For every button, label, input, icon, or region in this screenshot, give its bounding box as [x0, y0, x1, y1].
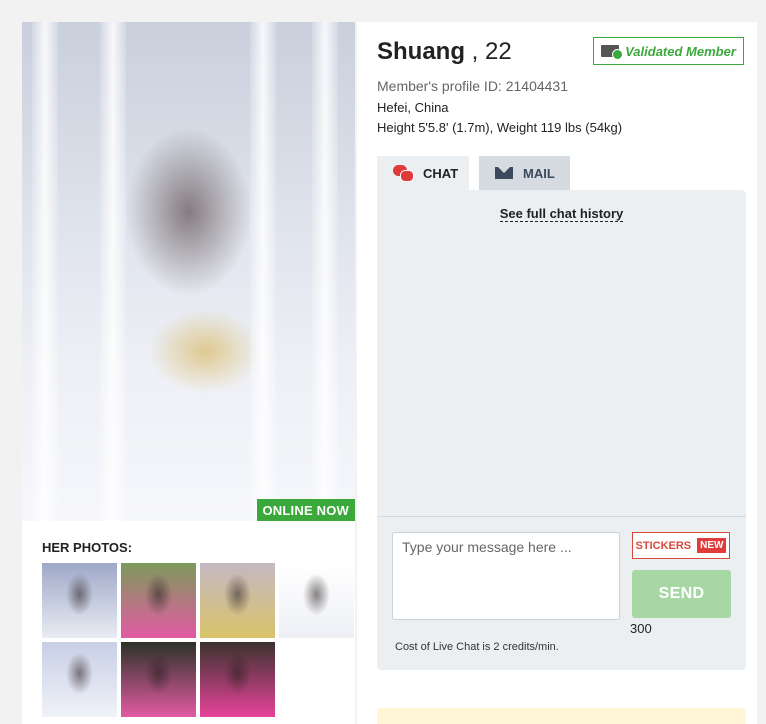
main-profile-photo[interactable]: ONLINE NOW	[22, 22, 355, 521]
photo-bed-bar	[100, 22, 126, 521]
stickers-button[interactable]: STICKERS NEW	[632, 532, 730, 559]
chat-panel: See full chat history Type your message …	[377, 190, 746, 670]
photo-thumbnail[interactable]	[42, 563, 117, 638]
photo-thumbnail[interactable]	[121, 563, 196, 638]
member-name: Shuang	[377, 38, 465, 65]
member-measurements: Height 5'5.8' (1.7m), Weight 119 lbs (54…	[377, 120, 623, 135]
photo-thumbnail[interactable]	[279, 563, 354, 638]
chat-divider	[377, 516, 746, 517]
member-location: Hefei, China	[377, 100, 449, 115]
photo-thumbnail[interactable]	[42, 642, 117, 717]
tab-chat-label: CHAT	[423, 165, 459, 181]
photo-thumbnail[interactable]	[200, 563, 275, 638]
chat-message-input[interactable]: Type your message here ...	[392, 532, 620, 620]
id-card-check-icon	[601, 45, 624, 60]
send-button[interactable]: SEND	[632, 570, 731, 618]
photo-thumbnail[interactable]	[200, 642, 275, 717]
notice-banner	[377, 708, 746, 724]
member-name-age: Shuang , 22	[377, 38, 512, 66]
name-age-separator: ,	[465, 38, 486, 65]
chat-history-link-wrap: See full chat history	[377, 206, 746, 222]
profile-id: Member's profile ID: 21404431	[377, 78, 568, 94]
envelope-icon	[495, 167, 513, 179]
chat-bubbles-icon	[393, 165, 414, 182]
validated-member-badge: Validated Member	[593, 37, 744, 65]
photo-bed-bar	[312, 22, 338, 521]
member-age: 22	[485, 38, 512, 65]
profile-photo-column: ONLINE NOW HER PHOTOS:	[22, 22, 355, 724]
tab-mail[interactable]: MAIL	[479, 156, 570, 190]
photo-bed-bar	[32, 22, 58, 521]
photo-thumbnail[interactable]	[121, 642, 196, 717]
validated-label: Validated Member	[625, 43, 736, 59]
stickers-label: STICKERS	[635, 539, 692, 552]
see-full-chat-history-link[interactable]: See full chat history	[499, 206, 624, 222]
online-now-badge: ONLINE NOW	[256, 499, 355, 521]
new-badge: NEW	[697, 538, 727, 553]
her-photos-heading: HER PHOTOS:	[42, 540, 133, 555]
tab-mail-label: MAIL	[523, 165, 555, 181]
photo-bed-bar	[250, 22, 276, 521]
character-counter: 300	[630, 621, 652, 636]
profile-details-column: Shuang , 22 Validated Member Member's pr…	[357, 22, 757, 724]
tab-chat[interactable]: CHAT	[377, 156, 469, 190]
chat-cost-note: Cost of Live Chat is 2 credits/min.	[395, 641, 559, 653]
